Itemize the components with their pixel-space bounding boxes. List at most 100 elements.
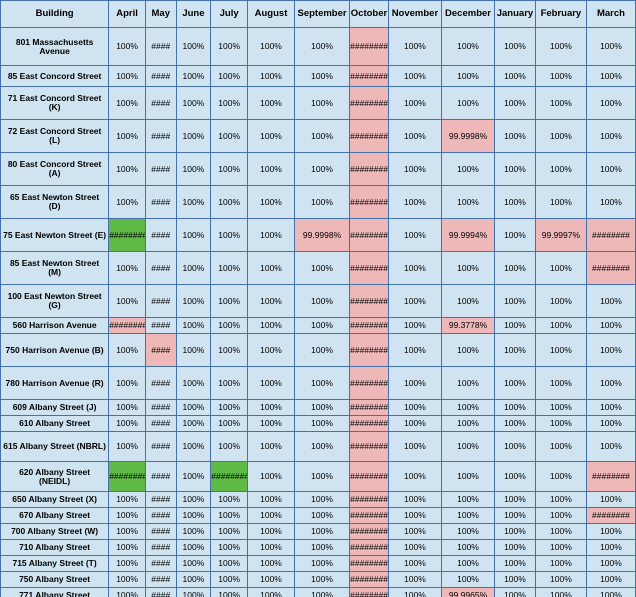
uptime-cell[interactable]: 100% bbox=[440, 539, 496, 556]
uptime-cell[interactable]: 100% bbox=[175, 415, 212, 432]
uptime-cell[interactable]: #### bbox=[144, 491, 177, 508]
uptime-cell[interactable]: 100% bbox=[585, 366, 636, 400]
uptime-cell[interactable]: 100% bbox=[534, 587, 587, 597]
uptime-cell[interactable]: 100% bbox=[585, 587, 636, 597]
uptime-cell[interactable]: 100% bbox=[175, 587, 212, 597]
uptime-cell[interactable]: ######## bbox=[349, 284, 389, 318]
uptime-cell[interactable]: ######## bbox=[108, 461, 146, 492]
uptime-cell[interactable]: 100% bbox=[108, 431, 146, 462]
uptime-cell[interactable]: 100% bbox=[293, 555, 351, 572]
uptime-cell[interactable]: ######## bbox=[349, 571, 389, 588]
uptime-cell[interactable]: #### bbox=[144, 366, 177, 400]
uptime-cell[interactable]: 100% bbox=[440, 507, 496, 524]
uptime-cell[interactable]: 100% bbox=[210, 152, 249, 186]
uptime-cell[interactable]: 100% bbox=[108, 333, 146, 367]
uptime-cell[interactable]: 100% bbox=[247, 461, 295, 492]
uptime-cell[interactable]: ######## bbox=[349, 185, 389, 219]
uptime-cell[interactable]: 100% bbox=[494, 523, 536, 540]
uptime-cell[interactable]: 100% bbox=[108, 27, 146, 66]
uptime-cell[interactable]: 99.3778% bbox=[440, 317, 496, 334]
building-name-cell[interactable]: 100 East Newton Street (G) bbox=[0, 284, 110, 318]
uptime-cell[interactable]: 100% bbox=[387, 507, 442, 524]
uptime-cell[interactable]: ######## bbox=[349, 366, 389, 400]
uptime-cell[interactable]: 100% bbox=[585, 65, 636, 87]
uptime-cell[interactable]: ######## bbox=[349, 251, 389, 285]
uptime-cell[interactable]: 100% bbox=[534, 119, 587, 153]
uptime-cell[interactable]: 100% bbox=[210, 27, 249, 66]
uptime-cell[interactable]: 100% bbox=[247, 415, 295, 432]
building-name-cell[interactable]: 85 East Newton Street (M) bbox=[0, 251, 110, 285]
uptime-cell[interactable]: 100% bbox=[108, 366, 146, 400]
uptime-cell[interactable]: 100% bbox=[293, 65, 351, 87]
building-name-cell[interactable]: 715 Albany Street (T) bbox=[0, 555, 110, 572]
uptime-cell[interactable]: ######## bbox=[349, 539, 389, 556]
uptime-cell[interactable]: 100% bbox=[108, 555, 146, 572]
uptime-cell[interactable]: #### bbox=[144, 218, 177, 252]
building-name-cell[interactable]: 771 Albany Street bbox=[0, 587, 110, 597]
uptime-cell[interactable]: 100% bbox=[247, 523, 295, 540]
uptime-cell[interactable]: 100% bbox=[247, 555, 295, 572]
uptime-cell[interactable]: 100% bbox=[175, 523, 212, 540]
uptime-cell[interactable]: 100% bbox=[585, 571, 636, 588]
uptime-cell[interactable]: 100% bbox=[494, 152, 536, 186]
uptime-cell[interactable]: #### bbox=[144, 431, 177, 462]
uptime-cell[interactable]: 100% bbox=[247, 218, 295, 252]
uptime-cell[interactable]: 100% bbox=[387, 251, 442, 285]
uptime-cell[interactable]: 100% bbox=[108, 587, 146, 597]
uptime-cell[interactable]: 100% bbox=[175, 86, 212, 120]
uptime-cell[interactable]: 100% bbox=[293, 461, 351, 492]
uptime-cell[interactable]: 100% bbox=[494, 415, 536, 432]
uptime-cell[interactable]: 100% bbox=[387, 491, 442, 508]
building-name-cell[interactable]: 72 East Concord Street (L) bbox=[0, 119, 110, 153]
uptime-cell[interactable]: 100% bbox=[387, 152, 442, 186]
uptime-cell[interactable]: ######## bbox=[585, 461, 636, 492]
uptime-cell[interactable]: #### bbox=[144, 185, 177, 219]
uptime-cell[interactable]: 100% bbox=[175, 491, 212, 508]
uptime-cell[interactable]: 100% bbox=[585, 539, 636, 556]
uptime-cell[interactable]: ######## bbox=[349, 415, 389, 432]
uptime-cell[interactable]: 100% bbox=[247, 152, 295, 186]
uptime-cell[interactable]: 100% bbox=[440, 27, 496, 66]
uptime-cell[interactable]: 100% bbox=[108, 284, 146, 318]
uptime-cell[interactable]: 100% bbox=[247, 284, 295, 318]
uptime-cell[interactable]: 100% bbox=[210, 86, 249, 120]
uptime-cell[interactable]: 100% bbox=[175, 119, 212, 153]
uptime-cell[interactable]: 100% bbox=[534, 317, 587, 334]
uptime-cell[interactable]: 100% bbox=[175, 27, 212, 66]
uptime-cell[interactable]: 100% bbox=[387, 65, 442, 87]
uptime-cell[interactable]: ######## bbox=[108, 317, 146, 334]
building-name-cell[interactable]: 610 Albany Street bbox=[0, 415, 110, 432]
uptime-cell[interactable]: #### bbox=[144, 119, 177, 153]
uptime-cell[interactable]: ######## bbox=[349, 507, 389, 524]
uptime-cell[interactable]: 100% bbox=[585, 415, 636, 432]
uptime-cell[interactable]: #### bbox=[144, 399, 177, 416]
uptime-cell[interactable]: 100% bbox=[387, 571, 442, 588]
uptime-cell[interactable]: ######## bbox=[349, 317, 389, 334]
uptime-cell[interactable]: 100% bbox=[534, 539, 587, 556]
uptime-cell[interactable]: 100% bbox=[440, 284, 496, 318]
column-header-october[interactable]: October bbox=[349, 0, 389, 28]
uptime-cell[interactable]: #### bbox=[144, 27, 177, 66]
uptime-cell[interactable]: 100% bbox=[293, 539, 351, 556]
building-name-cell[interactable]: 75 East Newton Street (E) bbox=[0, 218, 110, 252]
uptime-cell[interactable]: 100% bbox=[534, 366, 587, 400]
uptime-cell[interactable]: 100% bbox=[108, 415, 146, 432]
uptime-cell[interactable]: 100% bbox=[534, 431, 587, 462]
building-name-cell[interactable]: 80 East Concord Street (A) bbox=[0, 152, 110, 186]
uptime-cell[interactable]: ######## bbox=[349, 587, 389, 597]
column-header-building[interactable]: Building bbox=[0, 0, 110, 28]
uptime-cell[interactable]: 100% bbox=[585, 152, 636, 186]
uptime-cell[interactable]: 100% bbox=[585, 317, 636, 334]
uptime-cell[interactable]: 100% bbox=[108, 152, 146, 186]
uptime-cell[interactable]: 100% bbox=[108, 86, 146, 120]
uptime-cell[interactable]: 100% bbox=[210, 491, 249, 508]
uptime-cell[interactable]: 100% bbox=[293, 284, 351, 318]
uptime-cell[interactable]: #### bbox=[144, 539, 177, 556]
uptime-cell[interactable]: 100% bbox=[210, 366, 249, 400]
uptime-cell[interactable]: 100% bbox=[494, 461, 536, 492]
uptime-cell[interactable]: 100% bbox=[440, 152, 496, 186]
column-header-july[interactable]: July bbox=[210, 0, 249, 28]
uptime-cell[interactable]: 100% bbox=[210, 571, 249, 588]
uptime-cell[interactable]: 100% bbox=[293, 366, 351, 400]
uptime-cell[interactable]: 100% bbox=[440, 333, 496, 367]
